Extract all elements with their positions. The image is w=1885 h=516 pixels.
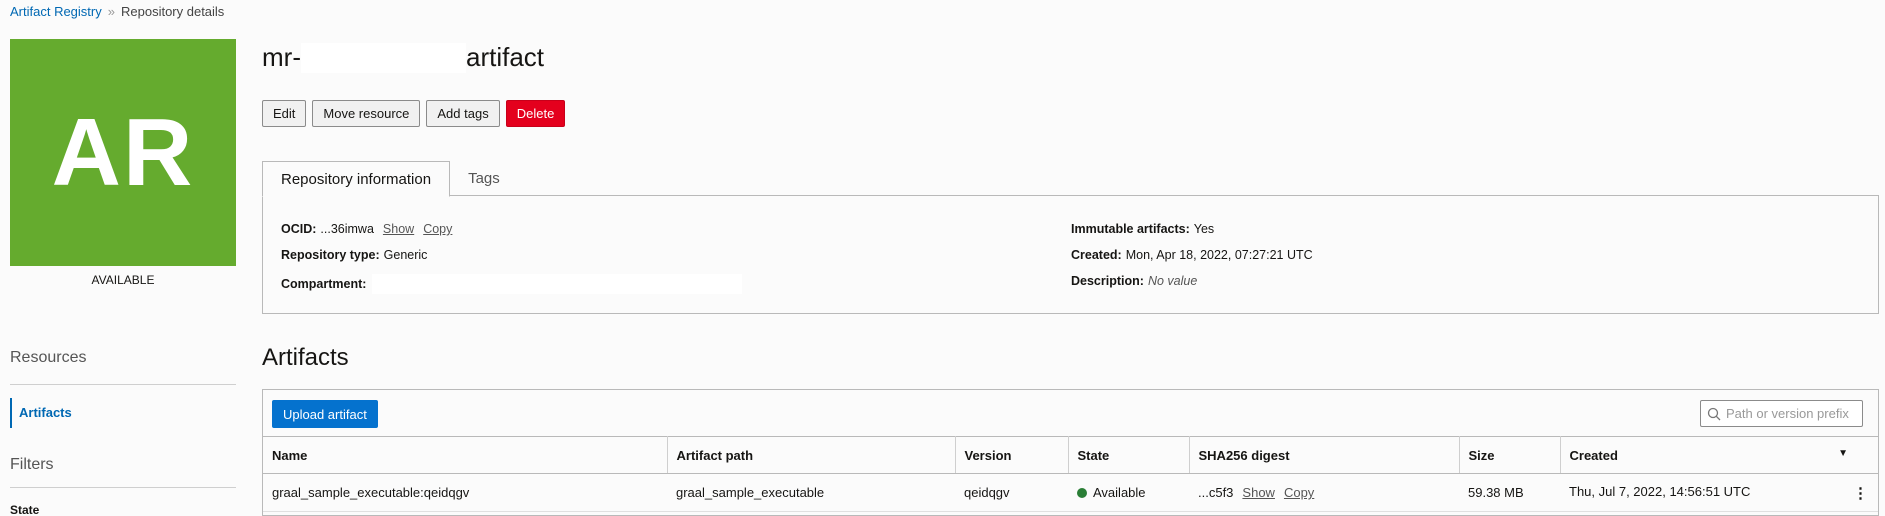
- description-value: No value: [1147, 274, 1198, 288]
- column-header-state[interactable]: State: [1068, 436, 1190, 474]
- breadcrumb-artifact-registry-link[interactable]: Artifact Registry: [10, 4, 102, 19]
- ocid-copy-link[interactable]: Copy: [423, 222, 452, 236]
- artifact-size: 59.38 MB: [1459, 473, 1560, 512]
- breadcrumb-separator: »: [107, 4, 115, 19]
- artifact-state: Available: [1068, 473, 1189, 512]
- artifact-created-value: Thu, Jul 7, 2022, 14:56:51 UTC: [1569, 483, 1751, 499]
- column-header-version[interactable]: Version: [955, 436, 1069, 474]
- column-header-size[interactable]: Size: [1459, 436, 1561, 474]
- artifact-created: Thu, Jul 7, 2022, 14:56:51 UTC ⋮: [1560, 473, 1878, 512]
- breadcrumb: Artifact Registry » Repository details: [10, 4, 224, 19]
- sort-down-icon[interactable]: ▼: [1838, 448, 1848, 459]
- tab-repository-information[interactable]: Repository information: [262, 161, 451, 197]
- action-bar: Edit Move resource Add tags Delete: [262, 100, 566, 127]
- repository-type-value: Generic: [383, 248, 428, 262]
- ocid-label: OCID:: [281, 222, 317, 236]
- title-prefix: mr-: [262, 42, 301, 72]
- created-label: Created:: [1071, 248, 1122, 262]
- digest-show-link[interactable]: Show: [1242, 485, 1275, 500]
- title-suffix: artifact: [465, 42, 545, 72]
- created-header-label: Created: [1569, 447, 1618, 463]
- artifact-search-input[interactable]: [1726, 406, 1861, 421]
- artifact-name: graal_sample_executable:qeidqgv: [263, 473, 667, 512]
- immutable-label: Immutable artifacts:: [1071, 222, 1190, 236]
- tab-tags[interactable]: Tags: [450, 161, 518, 196]
- ocid-row: OCID: ...36imwa Show Copy: [281, 222, 452, 236]
- table-header-row: Name Artifact path Version State SHA256 …: [263, 436, 1878, 474]
- description-row: Description: No value: [1071, 274, 1197, 288]
- breadcrumb-current: Repository details: [120, 4, 225, 19]
- avatar-initials: AR: [51, 98, 195, 206]
- created-row: Created: Mon, Apr 18, 2022, 07:27:21 UTC: [1071, 248, 1313, 262]
- add-tags-button[interactable]: Add tags: [426, 100, 500, 127]
- column-header-name[interactable]: Name: [263, 436, 668, 474]
- artifacts-section-title: Artifacts: [262, 344, 349, 371]
- title-redacted: [300, 42, 466, 73]
- artifacts-table: Name Artifact path Version State SHA256 …: [263, 436, 1878, 512]
- move-resource-button[interactable]: Move resource: [312, 100, 421, 127]
- repository-avatar: AR: [10, 39, 236, 266]
- ocid-show-link[interactable]: Show: [383, 222, 414, 236]
- filter-state-label: State: [10, 503, 40, 516]
- repository-type-label: Repository type:: [281, 248, 380, 262]
- artifact-state-label: Available: [1093, 485, 1146, 500]
- column-header-artifact-path[interactable]: Artifact path: [667, 436, 956, 474]
- created-value: Mon, Apr 18, 2022, 07:27:21 UTC: [1125, 248, 1313, 262]
- upload-artifact-button[interactable]: Upload artifact: [272, 400, 378, 428]
- artifact-version: qeidqgv: [955, 473, 1068, 512]
- artifact-search: [1700, 400, 1863, 427]
- artifact-path: graal_sample_executable: [667, 473, 955, 512]
- column-header-created[interactable]: Created ▼: [1560, 436, 1878, 474]
- compartment-redacted: [372, 274, 743, 294]
- table-row[interactable]: graal_sample_executable:qeidqgv graal_sa…: [263, 473, 1878, 512]
- avatar-status: AVAILABLE: [91, 273, 155, 287]
- column-header-sha256-digest[interactable]: SHA256 digest: [1189, 436, 1460, 474]
- delete-button[interactable]: Delete: [505, 100, 566, 127]
- status-dot-icon: [1077, 488, 1087, 498]
- artifact-digest-value: ...c5f3: [1198, 485, 1234, 500]
- immutable-row: Immutable artifacts: Yes: [1071, 222, 1214, 236]
- immutable-value: Yes: [1193, 222, 1215, 236]
- sidebar-item-artifacts[interactable]: Artifacts: [10, 398, 236, 428]
- digest-copy-link[interactable]: Copy: [1284, 485, 1314, 500]
- repository-info-panel: OCID: ...36imwa Show Copy Repository typ…: [262, 195, 1879, 314]
- resources-heading: Resources: [10, 349, 87, 366]
- compartment-label: Compartment:: [281, 277, 367, 291]
- filters-heading: Filters: [10, 456, 54, 473]
- repository-type-row: Repository type: Generic: [281, 248, 427, 262]
- page-title: mr-artifact: [262, 42, 544, 73]
- description-label: Description:: [1071, 274, 1144, 288]
- search-icon: [1707, 407, 1721, 420]
- ocid-value: ...36imwa: [320, 222, 374, 236]
- detail-tabs: Repository information Tags: [262, 161, 518, 197]
- artifact-digest: ...c5f3 Show Copy: [1189, 473, 1459, 512]
- compartment-row: Compartment:: [281, 274, 743, 294]
- row-actions-kebab-icon[interactable]: ⋮: [1853, 484, 1868, 502]
- filters-divider: [10, 487, 236, 488]
- edit-button[interactable]: Edit: [262, 100, 307, 127]
- artifacts-table-panel: Upload artifact Name Artifact path Versi…: [262, 389, 1879, 516]
- resources-divider: [10, 384, 236, 385]
